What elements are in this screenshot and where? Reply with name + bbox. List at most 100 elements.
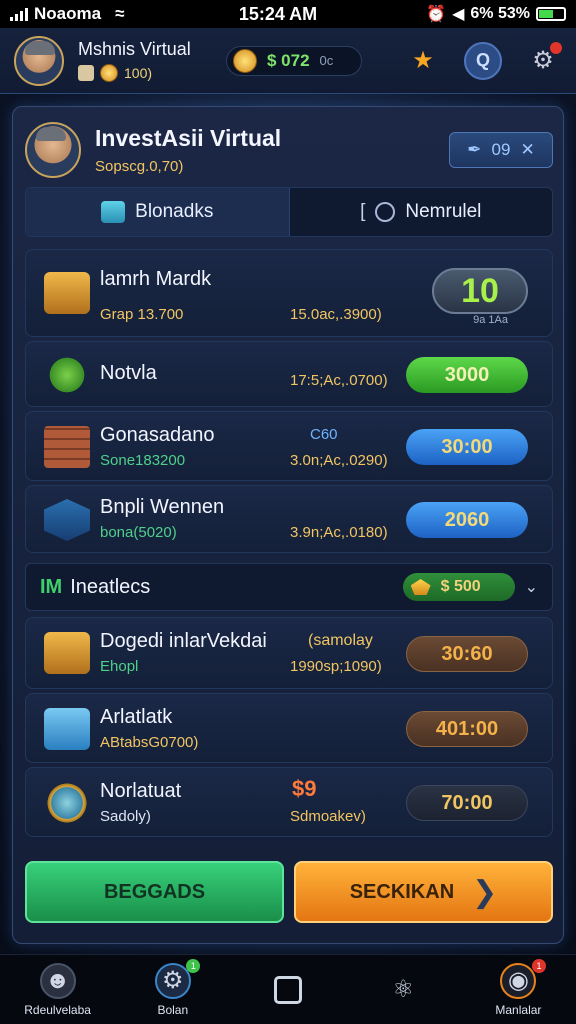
share-icon: ⚛ (392, 976, 414, 1003)
box-icon (44, 708, 90, 750)
target-icon: ◉ (500, 962, 537, 999)
list-item[interactable]: Norlatuat Sadoly) $9 Sdmoakev) 70:00 (25, 767, 553, 837)
header-name: Mshnis Virtual (78, 39, 191, 59)
puzzle-icon (78, 65, 94, 81)
item-sub: Sadoly) (100, 808, 151, 825)
pencil-icon: ✒ (467, 140, 482, 159)
value-button[interactable]: 70:00 (406, 785, 528, 821)
nav-item-home[interactable] (230, 975, 345, 1004)
nav-label: Bolan (157, 1002, 189, 1017)
item-detail-top: C60 (310, 426, 338, 443)
main-panel: InvestAsii Virtual Sopscg.0,70) ✒ 09 ✕ B… (12, 106, 564, 944)
item-name-extra: (samolay (308, 632, 373, 649)
item-name: Gonasadano (100, 424, 215, 446)
item-detail: 15.0ac,.3900) (290, 306, 382, 323)
profile-subtitle: Sopscg.0,70) (95, 158, 184, 175)
item-name: lamrh Mardk (100, 268, 212, 290)
primary-button[interactable]: BEGGADS (25, 861, 284, 923)
notification-dot (550, 41, 562, 54)
list-item[interactable]: Dogedi inlarVekdai (samolay Ehopl 1990sp… (25, 617, 553, 689)
secondary-button-label: SECKIKAN (349, 880, 455, 903)
section-title: Ineatlecs (70, 575, 151, 598)
list-item[interactable]: Gonasadano Sone183200 C60 3.0n;Ac,.0290)… (25, 411, 553, 481)
tab-blonadks[interactable]: Blonadks (26, 188, 290, 236)
value-button[interactable]: 2060 (406, 502, 528, 538)
list-item[interactable]: Notvla 17:5;Ac,.0700) 3000 (25, 341, 553, 407)
list-item[interactable]: Bnpli Wennen bona(5020) 3.9n;Ac,.0180) 2… (25, 485, 553, 553)
nav-item-target[interactable]: ◉ 1 Manlalar (461, 958, 576, 1017)
search-icon[interactable]: Q (464, 41, 502, 80)
nav-badge: 1 (532, 958, 547, 973)
item-sub: Grap 13.700 (100, 306, 184, 323)
balance-value: $ 072 (267, 50, 310, 70)
item-name: Bnpli Wennen (100, 496, 225, 518)
person-icon (375, 202, 396, 222)
money-stack-icon (44, 632, 90, 674)
nav-item-profile[interactable]: ☻ Rdeulvelaba (0, 962, 115, 1017)
tab-bar: Blonadks [ Nemrulel (25, 187, 553, 237)
nav-badge: 1 (186, 958, 201, 973)
item-sub: bona(5020) (100, 524, 177, 541)
tab-nemrulel[interactable]: [ Nemrulel (290, 188, 553, 236)
avatar-icon: ☻ (39, 962, 76, 999)
battery-icon (536, 7, 566, 21)
section-chip[interactable]: $ 500 (402, 573, 515, 601)
profile-avatar[interactable] (25, 122, 81, 178)
section-tag: IM (40, 575, 63, 598)
globe-icon (44, 782, 90, 824)
battery-fill (539, 10, 553, 18)
section-chip-value: $ 500 (440, 578, 481, 595)
wifi-icon: ≈ (115, 4, 125, 23)
money-stack-icon (44, 272, 90, 314)
tab-label: Nemrulel (405, 201, 482, 222)
item-sub: Ehopl (100, 658, 139, 675)
avatar[interactable] (14, 35, 64, 86)
header-icons: ★ Q ⚙ (404, 41, 562, 80)
header-sub: 100) (78, 64, 218, 82)
balance-display[interactable]: $ 072 0c (226, 45, 362, 76)
brick-icon (44, 426, 90, 468)
profile-header: InvestAsii Virtual Sopscg.0,70) ✒ 09 ✕ (25, 117, 553, 183)
battery-text: 6% 53% (470, 5, 530, 22)
value-button[interactable]: 401:00 (406, 711, 528, 747)
item-detail-top: $9 (292, 776, 317, 801)
list-item[interactable]: lamrh Mardk Grap 13.700 15.0ac,.3900) 10… (25, 249, 553, 337)
item-name: Dogedi inlarVekdai (100, 630, 267, 652)
secondary-button[interactable]: SECKIKAN ❯ (294, 861, 553, 923)
signal-icon (10, 7, 28, 21)
star-icon[interactable]: ★ (404, 42, 442, 80)
top-header: Mshnis Virtual 100) $ 072 0c ★ Q ⚙ (0, 28, 576, 94)
item-sub: ABtabsG0700) (100, 734, 199, 751)
header-sub-value: 100) (124, 65, 153, 81)
header-info: Mshnis Virtual 100) (78, 39, 218, 82)
item-name: Arlatlatk (100, 706, 173, 728)
section-header[interactable]: IM Ineatlecs $ 500 ⌄ (25, 563, 553, 611)
value-badge[interactable]: 10 (432, 268, 528, 314)
carrier-name: Noaoma (34, 4, 102, 23)
list-item[interactable]: Arlatlatk ABtabsG0700) 401:00 (25, 693, 553, 763)
briefcase-icon (101, 201, 126, 223)
item-detail: 1990sp;1090) (290, 658, 382, 675)
edit-button-label: 09 (491, 140, 511, 159)
item-detail: 3.9n;Ac,.0180) (290, 524, 388, 541)
gear-icon[interactable]: ⚙ (524, 41, 562, 80)
nav-label: Rdeulvelaba (24, 1002, 91, 1017)
chevron-down-icon[interactable]: ⌄ (525, 577, 538, 597)
value-button[interactable]: 30:60 (406, 636, 528, 672)
coin-icon (233, 48, 257, 73)
edit-button[interactable]: ✒ 09 ✕ (449, 132, 553, 168)
item-sub: Sone183200 (100, 452, 186, 469)
value-button[interactable]: 30:00 (406, 429, 528, 465)
coin-icon (100, 64, 118, 82)
close-icon: ✕ (520, 140, 535, 159)
value-caption: 9a 1Aa (473, 314, 508, 326)
bottom-nav: ☻ Rdeulvelaba ⚙ 1 Bolan ⚛ ◉ 1 Manlalar (0, 954, 576, 1024)
square-icon (274, 975, 302, 1004)
nav-label: Manlalar (495, 1002, 542, 1017)
nav-item-settings[interactable]: ⚙ 1 Bolan (115, 958, 230, 1017)
gem-icon (410, 579, 431, 595)
gear-icon: ⚙ (154, 962, 191, 999)
value-button[interactable]: 3000 (406, 357, 528, 393)
status-left: Noaoma ≈ (10, 4, 190, 24)
nav-item-share[interactable]: ⚛ (346, 972, 461, 1008)
